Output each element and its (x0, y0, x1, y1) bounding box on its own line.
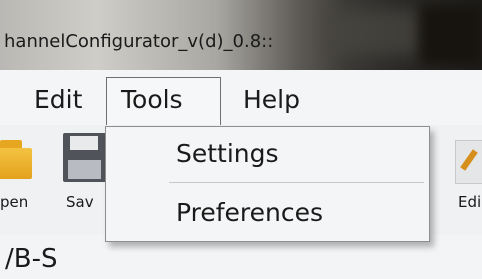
menu-item-settings[interactable]: Settings (176, 139, 279, 168)
pencil-icon (460, 149, 478, 171)
toolbar-save-label[interactable]: Sav (66, 193, 94, 211)
window-title: hannelConfigurator_v(d)_0.8:: (4, 31, 274, 52)
floppy-label (68, 160, 101, 179)
edit-icon[interactable] (455, 140, 482, 184)
save-floppy-icon[interactable] (63, 133, 107, 182)
content-label: /B-S (5, 244, 58, 274)
floppy-shutter (70, 136, 98, 150)
title-bar-shade (420, 5, 482, 65)
toolbar-open-label[interactable]: pen (0, 193, 28, 211)
open-folder-icon[interactable] (0, 148, 32, 179)
title-bar: hannelConfigurator_v(d)_0.8:: (0, 0, 482, 70)
menu-item-preferences[interactable]: Preferences (176, 198, 323, 227)
menu-help[interactable]: Help (243, 85, 300, 114)
toolbar-edit-label[interactable]: Edi (458, 193, 481, 211)
menu-separator (169, 182, 424, 183)
menu-edit[interactable]: Edit (34, 85, 82, 114)
menu-tools[interactable]: Tools (121, 85, 183, 114)
tools-dropdown-menu: Settings Preferences (105, 126, 430, 242)
title-bar-shade (330, 10, 420, 55)
